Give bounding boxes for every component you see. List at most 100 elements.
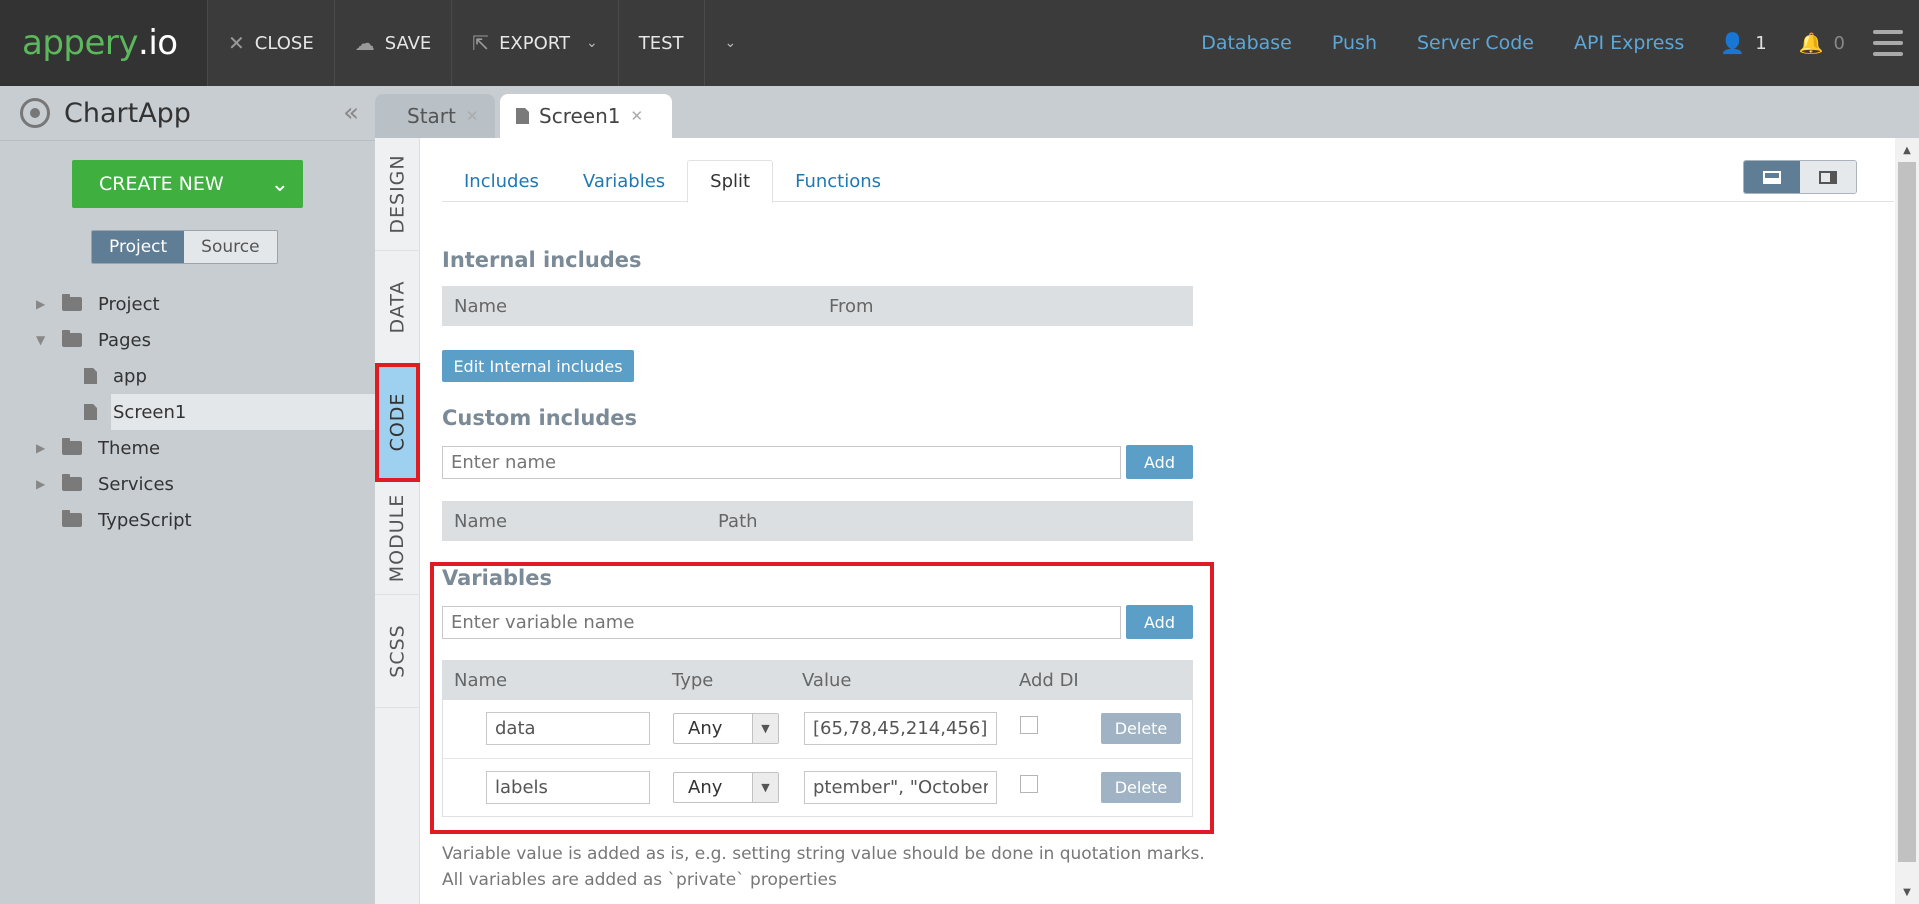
top-bar: appery .io ✕ CLOSE ☁ SAVE ⇱ EXPORT ⌄ TEST ⌄ D… bbox=[0, 0, 1919, 86]
tree-item-label: Project bbox=[98, 293, 160, 315]
tree-item-label: Screen1 bbox=[111, 394, 375, 430]
file-icon bbox=[84, 368, 97, 384]
collapse-sidebar-icon[interactable]: « bbox=[343, 98, 359, 128]
delete-variable-button[interactable]: Delete bbox=[1101, 772, 1181, 803]
menu-icon[interactable] bbox=[1873, 30, 1903, 56]
scroll-down-icon[interactable]: ▼ bbox=[1895, 882, 1919, 902]
tab-data[interactable]: DATA bbox=[375, 251, 420, 364]
users-count: 1 bbox=[1755, 32, 1767, 54]
tab-scss[interactable]: SCSS bbox=[375, 595, 420, 708]
scroll-up-icon[interactable]: ▲ bbox=[1895, 140, 1919, 160]
code-panel: Includes Variables Split Functions Inter… bbox=[420, 138, 1895, 904]
content-scrollbar[interactable]: ▲ ▼ bbox=[1895, 138, 1919, 904]
chevron-down-icon: ⌄ bbox=[585, 35, 598, 51]
export-icon: ⇱ bbox=[472, 31, 490, 55]
close-button[interactable]: ✕ CLOSE bbox=[207, 0, 334, 86]
variables-note-1: Variable value is added as is, e.g. sett… bbox=[442, 844, 1205, 864]
tree-item-label: Pages bbox=[98, 329, 151, 351]
chevron-down-icon: ⌄ bbox=[724, 35, 737, 51]
folder-icon bbox=[62, 474, 82, 491]
add-di-checkbox[interactable] bbox=[1020, 716, 1038, 734]
variable-name-field[interactable] bbox=[486, 712, 650, 745]
col-type: Type bbox=[672, 669, 714, 691]
delete-variable-button[interactable]: Delete bbox=[1101, 713, 1181, 744]
push-link[interactable]: Push bbox=[1312, 32, 1397, 54]
subtab-variables[interactable]: Variables bbox=[561, 160, 687, 202]
test-button[interactable]: TEST bbox=[617, 0, 704, 86]
database-link[interactable]: Database bbox=[1181, 32, 1312, 54]
edit-internal-includes-button[interactable]: Edit Internal includes bbox=[442, 350, 634, 382]
expand-arrow-icon[interactable]: ▶ bbox=[36, 441, 50, 455]
test-label: TEST bbox=[638, 32, 684, 54]
export-button[interactable]: ⇱ EXPORT ⌄ bbox=[451, 0, 617, 86]
layout-toggle bbox=[1743, 160, 1857, 194]
app-icon bbox=[20, 98, 50, 128]
side-panel-view-button[interactable] bbox=[1800, 161, 1856, 193]
save-button[interactable]: ☁ SAVE bbox=[333, 0, 452, 86]
editor-mode-tabs: DESIGN DATA CODE MODULE SCSS bbox=[375, 138, 420, 904]
variable-type-select[interactable]: Any ▼ bbox=[673, 772, 779, 803]
bottom-panel-view-button[interactable] bbox=[1744, 161, 1800, 193]
users-indicator[interactable]: 👤 1 bbox=[1704, 31, 1782, 55]
variables-table-header: Name Type Value Add DI bbox=[442, 660, 1193, 700]
variable-value-field[interactable] bbox=[804, 771, 997, 804]
sidebar-header: ChartApp « bbox=[0, 86, 375, 141]
expand-arrow-icon[interactable]: ▶ bbox=[36, 297, 50, 311]
expand-arrow-icon[interactable]: ▶ bbox=[36, 477, 50, 491]
table-row: Any ▼ Delete bbox=[443, 700, 1192, 758]
app-name: ChartApp bbox=[64, 97, 191, 129]
create-new-button[interactable]: CREATE NEW ⌄ bbox=[72, 160, 303, 208]
project-source-toggle: Project Source bbox=[91, 230, 278, 264]
close-tab-icon[interactable]: ✕ bbox=[630, 107, 643, 125]
file-icon bbox=[84, 404, 97, 420]
close-tab-icon[interactable]: ✕ bbox=[466, 107, 479, 125]
add-variable-button[interactable]: Add bbox=[1126, 605, 1193, 639]
subtab-functions[interactable]: Functions bbox=[773, 160, 903, 202]
project-toggle-button[interactable]: Project bbox=[92, 231, 185, 263]
col-add-di: Add DI bbox=[1019, 669, 1079, 691]
tab-label: CODE bbox=[386, 392, 409, 452]
tab-screen1[interactable]: Screen1 ✕ bbox=[500, 94, 672, 138]
tab-start[interactable]: Start ✕ bbox=[375, 94, 495, 138]
variables-note-2: All variables are added as `private` pro… bbox=[442, 870, 837, 890]
tree-item-project[interactable]: ▶ Project bbox=[0, 286, 375, 322]
logo-suffix: .io bbox=[138, 23, 178, 63]
tab-code[interactable]: CODE bbox=[375, 363, 420, 482]
tree-item-services[interactable]: ▶ Services bbox=[0, 466, 375, 502]
tree-item-pages[interactable]: ▼ Pages bbox=[0, 322, 375, 358]
appery-logo[interactable]: appery .io bbox=[0, 0, 207, 86]
tree-item-theme[interactable]: ▶ Theme bbox=[0, 430, 375, 466]
variable-value-field[interactable] bbox=[804, 712, 997, 745]
tree-item-typescript[interactable]: TypeScript bbox=[0, 502, 375, 538]
panel-side-icon bbox=[1819, 170, 1837, 184]
server-code-link[interactable]: Server Code bbox=[1397, 32, 1554, 54]
collapse-arrow-icon[interactable]: ▼ bbox=[36, 333, 50, 347]
tab-module[interactable]: MODULE bbox=[375, 482, 420, 595]
custom-include-name-input[interactable] bbox=[442, 446, 1121, 479]
add-custom-include-button[interactable]: Add bbox=[1126, 445, 1193, 479]
notifications-indicator[interactable]: 🔔 0 bbox=[1783, 31, 1861, 55]
tab-design[interactable]: DESIGN bbox=[375, 138, 420, 251]
logo-text: appery bbox=[22, 23, 139, 63]
add-di-checkbox[interactable] bbox=[1020, 775, 1038, 793]
save-label: SAVE bbox=[384, 32, 432, 54]
notifications-count: 0 bbox=[1833, 32, 1845, 54]
subtab-includes[interactable]: Includes bbox=[442, 160, 561, 202]
scroll-thumb[interactable] bbox=[1898, 162, 1916, 862]
code-subtabs: Includes Variables Split Functions bbox=[442, 160, 1894, 203]
tree-item-screen1[interactable]: Screen1 bbox=[0, 394, 375, 430]
variable-type-select[interactable]: Any ▼ bbox=[673, 713, 779, 744]
tree-item-app[interactable]: app bbox=[0, 358, 375, 394]
tab-label: DATA bbox=[386, 280, 409, 334]
folder-icon bbox=[62, 294, 82, 311]
subtab-split[interactable]: Split bbox=[687, 160, 774, 203]
test-dropdown-button[interactable]: ⌄ bbox=[703, 0, 757, 86]
variable-name-field[interactable] bbox=[486, 771, 650, 804]
folder-icon bbox=[62, 510, 82, 527]
close-label: CLOSE bbox=[254, 32, 314, 54]
custom-includes-title: Custom includes bbox=[442, 406, 638, 430]
variable-name-input[interactable] bbox=[442, 606, 1121, 639]
chevron-down-icon: ▼ bbox=[752, 773, 778, 802]
api-express-link[interactable]: API Express bbox=[1554, 32, 1704, 54]
source-toggle-button[interactable]: Source bbox=[184, 231, 277, 263]
